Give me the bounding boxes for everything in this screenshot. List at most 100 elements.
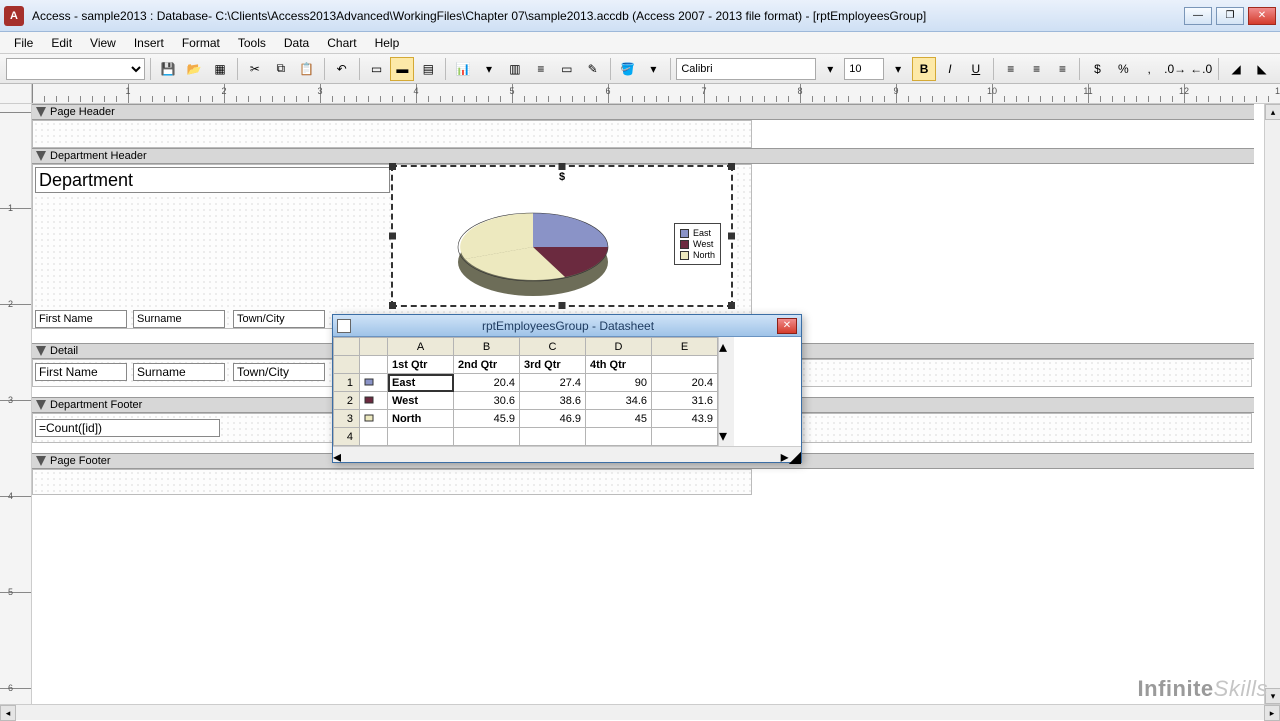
band-label: Detail (50, 345, 78, 357)
datasheet-vertical-scrollbar[interactable]: ▴ ▾ (718, 337, 734, 446)
first-name-field[interactable]: First Name (35, 363, 127, 381)
maximize-button[interactable]: ❐ (1216, 7, 1244, 25)
datasheet-close-button[interactable]: ✕ (777, 318, 797, 334)
table-row[interactable]: 4 (334, 428, 718, 446)
font-size-select[interactable] (844, 58, 884, 80)
copy-icon[interactable]: ⧉ (269, 57, 293, 81)
band-toggle-icon (36, 107, 46, 117)
scroll-left-icon[interactable]: ◂ (0, 705, 16, 721)
chevron-down-icon[interactable]: ▾ (641, 57, 665, 81)
scroll-down-icon[interactable]: ▾ (719, 426, 734, 446)
surname-header[interactable]: Surname (133, 310, 225, 328)
watermark: InfiniteSkills (1138, 676, 1268, 702)
currency-icon[interactable]: $ (1085, 57, 1109, 81)
section-page-header[interactable] (32, 120, 752, 148)
datasheet-titlebar[interactable]: rptEmployeesGroup - Datasheet ✕ (333, 315, 801, 337)
table-row[interactable]: 2 West 30.6 38.6 34.6 31.6 (334, 392, 718, 410)
table-row[interactable]: 3 North 45.9 46.9 45 43.9 (334, 410, 718, 428)
menu-chart[interactable]: Chart (319, 34, 364, 52)
resize-grip-icon[interactable]: ◢ (789, 447, 801, 462)
menu-help[interactable]: Help (367, 34, 408, 52)
datasheet-icon (337, 319, 351, 333)
align-left-icon[interactable]: ≡ (999, 57, 1023, 81)
increase-decimal-icon[interactable]: .0→ (1163, 57, 1187, 81)
align-center-icon[interactable]: ≡ (1025, 57, 1049, 81)
col-header[interactable]: B (454, 338, 520, 356)
by-row-icon[interactable]: ▭ (365, 57, 389, 81)
menu-insert[interactable]: Insert (126, 34, 172, 52)
decrease-decimal-icon[interactable]: ←.0 (1189, 57, 1213, 81)
band-department-header[interactable]: Department Header (32, 148, 1254, 164)
report-design-surface[interactable]: Page Header Department Header Department… (32, 104, 1264, 704)
paste-icon[interactable]: 📋 (295, 57, 319, 81)
font-name-select[interactable] (676, 58, 816, 80)
table-row[interactable]: 1 East 20.4 27.4 90 20.4 (334, 374, 718, 392)
bold-icon[interactable]: B (912, 57, 936, 81)
chart-object-select[interactable] (6, 58, 145, 80)
underline-icon[interactable]: U (964, 57, 988, 81)
col-header[interactable]: D (586, 338, 652, 356)
fill-color-icon[interactable]: 🪣 (616, 57, 640, 81)
datasheet-horizontal-scrollbar[interactable]: ◂ ▸ ◢ (333, 446, 801, 462)
close-button[interactable]: ✕ (1248, 7, 1276, 25)
band-toggle-icon (36, 346, 46, 356)
angle-text-down-icon[interactable]: ◣ (1250, 57, 1274, 81)
scroll-up-icon[interactable]: ▴ (1265, 104, 1280, 120)
horizontal-ruler: 12345678910111213 (0, 84, 1280, 104)
band-toggle-icon (36, 151, 46, 161)
band-label: Department Footer (50, 399, 142, 411)
angle-text-icon[interactable]: ◢ (1224, 57, 1248, 81)
col-header[interactable]: E (652, 338, 718, 356)
category-axis-grid-icon[interactable]: ▥ (503, 57, 527, 81)
town-field[interactable]: Town/City (233, 363, 325, 381)
band-page-header[interactable]: Page Header (32, 104, 1254, 120)
section-department-header[interactable]: Department $ East (32, 164, 752, 329)
open-icon[interactable]: 📂 (182, 57, 206, 81)
datasheet-icon[interactable]: ▦ (208, 57, 232, 81)
band-label: Page Footer (50, 455, 111, 467)
col-header[interactable]: A (388, 338, 454, 356)
chart-object[interactable]: $ East West North (391, 165, 733, 307)
menu-view[interactable]: View (82, 34, 124, 52)
undo-icon[interactable]: ↶ (330, 57, 354, 81)
chevron-down-icon[interactable]: ▾ (477, 57, 501, 81)
drawing-icon[interactable]: ✎ (581, 57, 605, 81)
chevron-down-icon[interactable]: ▾ (818, 57, 842, 81)
minimize-button[interactable]: — (1184, 7, 1212, 25)
cut-icon[interactable]: ✂ (243, 57, 267, 81)
scroll-right-icon[interactable]: ▸ (1264, 705, 1280, 721)
menu-file[interactable]: File (6, 34, 41, 52)
chevron-down-icon[interactable]: ▾ (886, 57, 910, 81)
save-icon[interactable]: 💾 (156, 57, 180, 81)
vertical-scrollbar[interactable]: ▴ ▾ (1264, 104, 1280, 704)
scroll-up-icon[interactable]: ▴ (719, 337, 734, 357)
scroll-right-icon[interactable]: ▸ (781, 447, 789, 462)
band-toggle-icon (36, 400, 46, 410)
surname-field[interactable]: Surname (133, 363, 225, 381)
section-page-footer[interactable] (32, 469, 752, 495)
align-right-icon[interactable]: ≡ (1051, 57, 1075, 81)
menu-format[interactable]: Format (174, 34, 228, 52)
col-header[interactable]: C (520, 338, 586, 356)
chart-legend: East West North (674, 223, 721, 265)
department-label[interactable]: Department (35, 167, 390, 193)
percent-icon[interactable]: % (1111, 57, 1135, 81)
town-header[interactable]: Town/City (233, 310, 325, 328)
data-table-icon[interactable]: ▤ (416, 57, 440, 81)
menubar: File Edit View Insert Format Tools Data … (0, 32, 1280, 54)
scroll-left-icon[interactable]: ◂ (333, 447, 341, 462)
chart-type-icon[interactable]: 📊 (451, 57, 475, 81)
datasheet-table[interactable]: A B C D E 1st Qtr 2nd Qtr 3rd Qtr 4th Qt… (333, 337, 718, 446)
count-expression[interactable]: =Count([id]) (35, 419, 220, 437)
by-column-icon[interactable]: ▬ (390, 57, 414, 81)
horizontal-scrollbar[interactable]: ◂ ▸ (0, 704, 1280, 720)
first-name-header[interactable]: First Name (35, 310, 127, 328)
value-axis-grid-icon[interactable]: ≡ (529, 57, 553, 81)
italic-icon[interactable]: I (938, 57, 962, 81)
legend-icon[interactable]: ▭ (555, 57, 579, 81)
comma-icon[interactable]: , (1137, 57, 1161, 81)
menu-data[interactable]: Data (276, 34, 317, 52)
datasheet-window[interactable]: rptEmployeesGroup - Datasheet ✕ A B C D … (332, 314, 802, 463)
menu-tools[interactable]: Tools (230, 34, 274, 52)
menu-edit[interactable]: Edit (43, 34, 80, 52)
